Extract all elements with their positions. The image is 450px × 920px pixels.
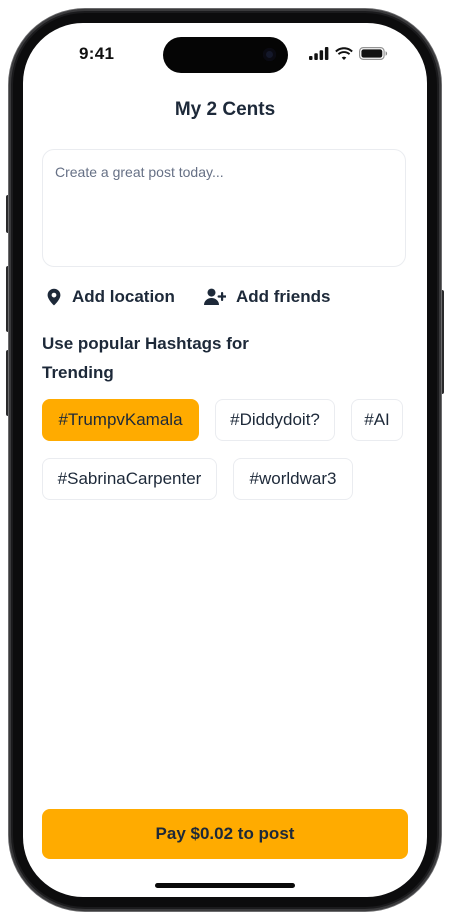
hashtags-heading: Use popular Hashtags for Trending xyxy=(42,329,282,387)
hashtag-chip-trumpvkamala[interactable]: #TrumpvKamala xyxy=(42,399,199,441)
home-indicator xyxy=(155,883,295,888)
page-title: My 2 Cents xyxy=(174,99,276,120)
status-time: 9:41 xyxy=(79,44,115,63)
phone-screen: 9:41 My 2 Cents Create a great post toda… xyxy=(23,23,427,897)
hashtags-heading-line1: Use popular Hashtags for xyxy=(42,334,249,353)
location-pin-icon xyxy=(46,288,62,306)
add-location-button[interactable]: Add location xyxy=(46,287,175,307)
wifi-icon xyxy=(335,47,353,60)
camera-icon xyxy=(263,48,276,61)
hashtag-chip-diddydoit[interactable]: #Diddydoit? xyxy=(215,399,335,441)
hashtag-chip-ai[interactable]: #AI xyxy=(351,399,403,441)
add-location-label: Add location xyxy=(72,287,175,306)
hashtags-heading-line2: Trending xyxy=(42,363,114,382)
signal-icon xyxy=(309,47,329,60)
battery-icon xyxy=(359,47,388,60)
hashtag-chip-sabrinacarpenter[interactable]: #SabrinaCarpenter xyxy=(42,458,217,500)
dynamic-island xyxy=(163,37,288,73)
status-icons xyxy=(309,47,388,60)
add-friends-button[interactable]: Add friends xyxy=(204,287,330,307)
hashtag-chip-worldwar3[interactable]: #worldwar3 xyxy=(233,458,353,500)
add-user-icon xyxy=(204,288,226,306)
pay-to-post-button[interactable]: Pay $0.02 to post xyxy=(42,809,408,859)
device-mockup: 9:41 My 2 Cents Create a great post toda… xyxy=(0,0,450,920)
add-friends-label: Add friends xyxy=(236,287,331,306)
post-input[interactable] xyxy=(42,149,406,267)
